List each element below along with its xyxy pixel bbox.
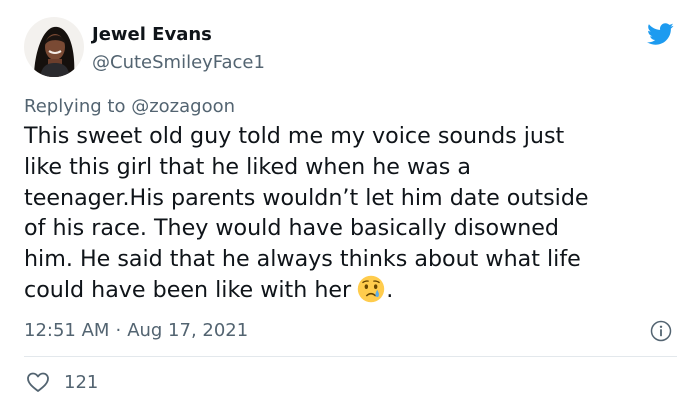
tweet-text-last-line: could have been like with her . [24, 275, 684, 306]
divider [24, 356, 677, 357]
avatar[interactable] [24, 17, 84, 77]
tweet-text-line: This sweet old guy told me my voice soun… [24, 123, 565, 149]
replying-to-line: Replying to @zozagoon [24, 96, 235, 117]
tweet-text-period: . [386, 276, 394, 303]
tweet-date: Aug 17, 2021 [127, 320, 249, 341]
heart-outline-icon[interactable] [26, 371, 50, 393]
twitter-bird-icon[interactable] [644, 20, 676, 48]
crying-face-emoji-icon [357, 275, 385, 303]
reply-mention-link[interactable]: @zozagoon [131, 96, 235, 117]
tweet-timestamp[interactable]: 12:51 AM · Aug 17, 2021 [24, 320, 248, 341]
tweet-card: Jewel Evans @CuteSmileyFace1 Replying to… [0, 0, 700, 411]
tweet-text-line: like this girl that he liked when he was… [24, 153, 471, 180]
replying-to-label: Replying to [24, 96, 132, 117]
author-handle[interactable]: @CuteSmileyFace1 [92, 52, 265, 73]
author-name[interactable]: Jewel Evans [92, 24, 212, 45]
tweet-text: This sweet old guy told me my voice soun… [24, 121, 684, 306]
tweet-time: 12:51 AM [24, 320, 110, 341]
info-icon[interactable] [650, 320, 672, 342]
tweet-text-line: teenager.His parents wouldn’t let him da… [24, 184, 589, 211]
tweet-text-line: him. He said that he always thinks about… [24, 246, 581, 273]
tweet-text-line: of his race. They would have basically d… [24, 215, 560, 242]
like-count: 121 [64, 372, 99, 393]
meta-separator: · [115, 320, 122, 341]
tweet-text-line: could have been like with her [24, 276, 352, 303]
